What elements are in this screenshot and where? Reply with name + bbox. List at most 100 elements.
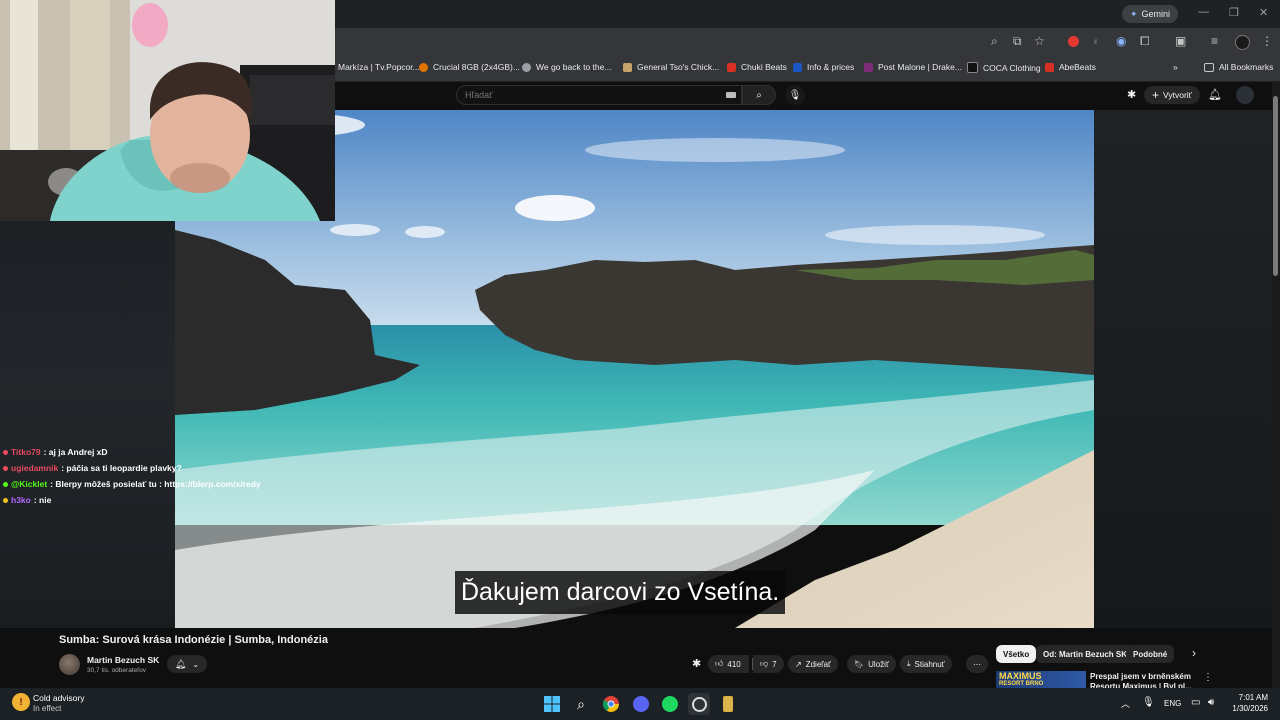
- chrome-logo-icon: [603, 696, 619, 712]
- chat-message: h3ko : nie: [3, 495, 51, 505]
- browser-menu-icon[interactable]: ⋮: [1261, 34, 1273, 48]
- bookmark-item[interactable]: We go back to the...: [522, 62, 611, 72]
- gemini-button[interactable]: ✦ Gemini: [1122, 5, 1179, 23]
- bookmark-item[interactable]: Markíza | Tv.Popcor...: [338, 62, 420, 72]
- close-window-button[interactable]: ✕: [1259, 6, 1268, 19]
- chip-from-channel[interactable]: Od: Martin Bezuch SK: [1036, 645, 1135, 663]
- app-taskbar-icon[interactable]: [717, 693, 739, 715]
- chat-user-badge: [3, 481, 8, 487]
- bookmark-favicon: [1045, 62, 1054, 72]
- maximize-button[interactable]: ❐: [1229, 6, 1239, 19]
- chat-username: Titko79: [11, 447, 41, 457]
- bookmark-item[interactable]: Info & prices: [793, 62, 854, 72]
- bookmark-item[interactable]: General Tso's Chick...: [623, 62, 719, 72]
- gemini-label: Gemini: [1141, 9, 1171, 19]
- chevron-right-icon[interactable]: ›: [1192, 646, 1196, 660]
- obs-taskbar-icon[interactable]: [688, 693, 710, 715]
- extensions-puzzle-icon[interactable]: ⧠: [1140, 34, 1150, 49]
- discord-logo-icon: [633, 696, 649, 712]
- bookmark-favicon: [522, 62, 531, 72]
- ask-sparkle-icon[interactable]: ✱: [692, 657, 701, 670]
- bookmark-item[interactable]: Post Malone | Drake...: [864, 62, 962, 72]
- tray-microphone-icon[interactable]: 🎙: [1142, 697, 1155, 708]
- start-menu-button[interactable]: [541, 693, 563, 715]
- thumbnail-title-text: MAXIMUS: [999, 671, 1042, 681]
- bookmark-label: Markíza | Tv.Popcor...: [338, 62, 420, 72]
- like-count: 410: [727, 659, 741, 669]
- bookmark-label: We go back to the...: [536, 62, 612, 72]
- like-button[interactable]: 👍︎ 410: [708, 655, 749, 673]
- volume-icon[interactable]: 🔊︎: [1208, 697, 1214, 708]
- chat-text: : aj ja Andrej xD: [43, 447, 108, 457]
- bookmark-favicon: [727, 62, 736, 72]
- create-button[interactable]: + Vytvoriť: [1144, 86, 1200, 104]
- extension-blue-icon[interactable]: ◉: [1116, 34, 1126, 48]
- language-indicator[interactable]: ENG: [1164, 699, 1181, 708]
- dislike-button[interactable]: 👎︎ 7: [753, 655, 784, 673]
- account-avatar[interactable]: [1236, 86, 1254, 104]
- bookmark-star-icon[interactable]: ☆: [1034, 34, 1045, 48]
- search-input[interactable]: [456, 85, 742, 105]
- search-icon: ⌕: [756, 89, 762, 101]
- minimize-button[interactable]: —: [1198, 6, 1209, 18]
- weather-warning-icon[interactable]: !: [12, 693, 30, 711]
- bookmark-label: General Tso's Chick...: [637, 62, 720, 72]
- keyboard-icon[interactable]: [726, 92, 736, 98]
- webcam-overlay: [0, 0, 335, 221]
- channel-name[interactable]: Martin Bezuch SK: [87, 655, 159, 665]
- save-button[interactable]: 🔖︎ Uložiť: [847, 655, 896, 673]
- network-icon[interactable]: ▭: [1191, 697, 1200, 708]
- bookmark-item[interactable]: Crucial 8GB (2x4GB)...: [419, 62, 520, 72]
- all-bookmarks-label: All Bookmarks: [1219, 62, 1274, 72]
- subscription-bell-button[interactable]: 🔔︎ ⌄: [167, 655, 207, 673]
- chrome-taskbar-icon[interactable]: [600, 693, 622, 715]
- bookmark-item[interactable]: COCA Clothing: [967, 62, 1041, 73]
- download-button[interactable]: ⤓ Stiahnuť: [900, 655, 952, 673]
- recommended-thumbnail[interactable]: MAXIMUS RESORT BRNO: [996, 671, 1086, 688]
- more-actions-button[interactable]: ⋯: [966, 655, 988, 673]
- video-title: Sumba: Surová krása Indonézie | Sumba, I…: [59, 634, 328, 646]
- weather-title[interactable]: Cold advisory: [33, 693, 85, 703]
- bookmark-item[interactable]: AbeBeats: [1045, 62, 1096, 72]
- taskbar-search-icon[interactable]: ⌕: [570, 693, 592, 715]
- extension-grey-icon[interactable]: ◐: [1093, 34, 1100, 48]
- spotify-logo-icon: [662, 696, 678, 712]
- create-label: Vytvoriť: [1163, 90, 1192, 100]
- bookmark-label: AbeBeats: [1059, 62, 1096, 72]
- thumbs-down-icon: 👎︎: [760, 659, 769, 668]
- bookmarks-overflow-icon[interactable]: »: [1173, 62, 1178, 72]
- voice-search-button[interactable]: 🎙: [785, 85, 805, 105]
- bookmark-favicon: [419, 62, 428, 72]
- scrollbar-thumb[interactable]: [1273, 96, 1278, 276]
- tray-chevron-up-icon[interactable]: ︿: [1121, 697, 1130, 710]
- recommended-menu-icon[interactable]: ⋮: [1203, 672, 1213, 683]
- discord-taskbar-icon[interactable]: [630, 693, 652, 715]
- dislike-count: 7: [772, 659, 777, 669]
- share-icon: ↗: [795, 659, 802, 669]
- media-control-icon[interactable]: ≡: [1211, 34, 1218, 48]
- clock-date[interactable]: 1/30/2026: [1226, 704, 1268, 713]
- search-button[interactable]: ⌕: [742, 85, 776, 105]
- sparkle-icon[interactable]: ✱: [1127, 88, 1136, 101]
- bookmark-favicon: [967, 62, 978, 73]
- notifications-bell-icon[interactable]: 🔔︎: [1208, 88, 1222, 101]
- chevron-down-icon: ⌄: [192, 659, 200, 669]
- share-button[interactable]: ↗ Zdieľať: [788, 655, 839, 673]
- chat-text: : Blerpy môžeš posielať tu : https://ble…: [50, 479, 261, 489]
- bookmark-item[interactable]: Chuki Beats: [727, 62, 787, 72]
- obs-logo-icon: [691, 696, 707, 712]
- more-horizontal-icon: ⋯: [973, 659, 981, 669]
- spotify-taskbar-icon[interactable]: [659, 693, 681, 715]
- profile-avatar[interactable]: [1235, 35, 1250, 50]
- channel-avatar[interactable]: [59, 654, 80, 675]
- extension-red-icon[interactable]: [1068, 36, 1079, 47]
- chip-related[interactable]: Podobné: [1126, 645, 1175, 663]
- download-label: Stiahnuť: [914, 659, 945, 669]
- cast-icon[interactable]: ⧉: [1013, 34, 1022, 49]
- sidepanel-icon[interactable]: ▣: [1175, 34, 1186, 48]
- clock-time[interactable]: 7:01 AM: [1232, 693, 1268, 702]
- recommended-title[interactable]: Prespal jsem v brněnském: [1090, 672, 1200, 681]
- zoom-icon[interactable]: ⌕: [991, 34, 998, 49]
- all-bookmarks-button[interactable]: All Bookmarks: [1204, 62, 1273, 72]
- chip-all[interactable]: Všetko: [996, 645, 1037, 663]
